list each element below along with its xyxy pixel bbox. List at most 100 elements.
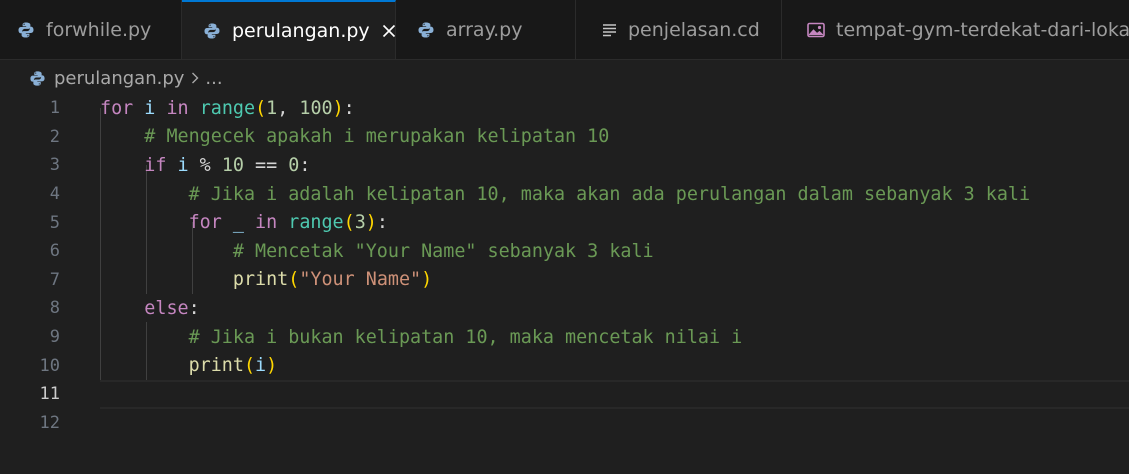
code-token: 100 <box>299 97 333 119</box>
tab-label: perulangan.py <box>232 20 370 42</box>
code-token: % <box>188 154 222 176</box>
breadcrumb: perulangan.py ... <box>0 62 1129 94</box>
python-icon <box>16 20 36 40</box>
code-token: for <box>188 212 222 234</box>
code-token: _ <box>232 212 244 234</box>
text-lines-icon <box>600 20 620 40</box>
code-token: ( <box>343 212 355 234</box>
code-token: # Jika i adalah kelipatan 10, maka akan … <box>188 183 1031 205</box>
line-number: 2 <box>49 126 60 147</box>
line-number: 4 <box>49 184 60 205</box>
current-line-highlight <box>100 380 1129 409</box>
code-token: i <box>177 154 189 176</box>
code-text: print("Your Name") <box>100 269 432 290</box>
breadcrumb-more[interactable]: ... <box>205 68 222 89</box>
python-icon <box>202 21 222 41</box>
tab-label: tempat-gym-terdekat-dari-lokasi-s <box>836 19 1129 41</box>
code-line[interactable]: 6 # Mencetak "Your Name" sebanyak 3 kali <box>0 237 1129 266</box>
code-line[interactable]: 7 print("Your Name") <box>0 266 1129 295</box>
code-token: : <box>188 297 200 319</box>
code-token: i <box>144 97 156 119</box>
code-line[interactable]: 9 # Jika i bukan kelipatan 10, maka menc… <box>0 323 1129 352</box>
code-editor[interactable]: 1 for i in range(1, 100): 2 # Mengecek apa… <box>0 94 1129 474</box>
code-token: i <box>255 355 267 377</box>
code-text: # Jika i bukan kelipatan 10, maka mencet… <box>100 326 743 348</box>
breadcrumb-file[interactable]: perulangan.py <box>54 68 184 89</box>
code-token: , <box>277 97 300 119</box>
code-token: ( <box>243 355 256 377</box>
code-line[interactable]: 3 if i % 10 == 0: <box>0 151 1129 180</box>
editor-tab-bar: forwhile.py perulangan.py array.py penje… <box>0 0 1129 60</box>
line-number: 7 <box>49 269 60 290</box>
code-token: == <box>243 154 289 176</box>
code-token: # Mencetak "Your Name" sebanyak 3 kali <box>232 240 654 262</box>
tab-perulangan[interactable]: perulangan.py <box>182 0 396 59</box>
code-token: # Jika i bukan kelipatan 10, maka mencet… <box>188 326 743 348</box>
code-token: ) <box>332 97 344 119</box>
code-line[interactable]: 8 else: <box>0 294 1129 323</box>
python-icon <box>416 20 436 40</box>
code-token: print <box>232 269 289 291</box>
tab-tempat-gym[interactable]: tempat-gym-terdekat-dari-lokasi-s <box>782 0 1129 59</box>
code-line[interactable]: 5 for _ in range(3): <box>0 208 1129 237</box>
code-token: # Mengecek apakah i merupakan kelipatan … <box>144 126 610 148</box>
code-text: else: <box>100 297 200 319</box>
code-token: print <box>188 355 244 377</box>
code-token: ) <box>266 355 278 377</box>
code-line[interactable]: 1 for i in range(1, 100): <box>0 94 1129 123</box>
python-icon <box>28 69 46 87</box>
tab-forwhile[interactable]: forwhile.py <box>0 0 182 59</box>
code-text: # Jika i adalah kelipatan 10, maka akan … <box>100 184 1030 205</box>
chevron-right-icon <box>190 71 200 85</box>
close-icon[interactable] <box>382 19 396 43</box>
code-token: in <box>255 212 278 234</box>
code-text: for i in range(1, 100): <box>100 98 355 119</box>
code-token: : <box>299 154 311 176</box>
tab-label: penjelasan.cd <box>628 19 760 41</box>
code-token: ( <box>255 97 267 119</box>
line-number: 1 <box>49 98 60 119</box>
code-token: ( <box>288 269 300 291</box>
tab-label: forwhile.py <box>46 19 152 41</box>
code-line[interactable]: 10 print(i) <box>0 351 1129 380</box>
code-token: 10 <box>221 154 244 176</box>
code-token: : <box>343 97 355 119</box>
line-number: 12 <box>39 412 60 433</box>
code-line[interactable]: 2 # Mengecek apakah i merupakan kelipata… <box>0 123 1129 152</box>
line-number: 11 <box>39 384 60 405</box>
code-text: for _ in range(3): <box>100 212 388 233</box>
code-line[interactable]: 11 <box>0 380 1129 409</box>
line-number: 9 <box>49 327 60 348</box>
code-token: if <box>144 154 167 176</box>
code-text: if i % 10 == 0: <box>100 155 310 176</box>
code-text: # Mencetak "Your Name" sebanyak 3 kali <box>100 241 654 262</box>
code-line[interactable]: 12 <box>0 409 1129 438</box>
code-token: 0 <box>288 154 300 176</box>
tab-array[interactable]: array.py <box>396 0 576 59</box>
line-number: 6 <box>49 241 60 262</box>
code-token: 1 <box>266 97 278 119</box>
tab-penjelasan[interactable]: penjelasan.cd <box>576 0 782 59</box>
code-token: range <box>288 212 344 234</box>
line-number: 5 <box>49 212 60 233</box>
code-token: : <box>376 212 388 234</box>
tab-label: array.py <box>446 19 523 41</box>
code-line[interactable]: 4 # Jika i adalah kelipatan 10, maka aka… <box>0 180 1129 209</box>
line-number: 3 <box>49 155 60 176</box>
code-token: ) <box>421 269 433 291</box>
